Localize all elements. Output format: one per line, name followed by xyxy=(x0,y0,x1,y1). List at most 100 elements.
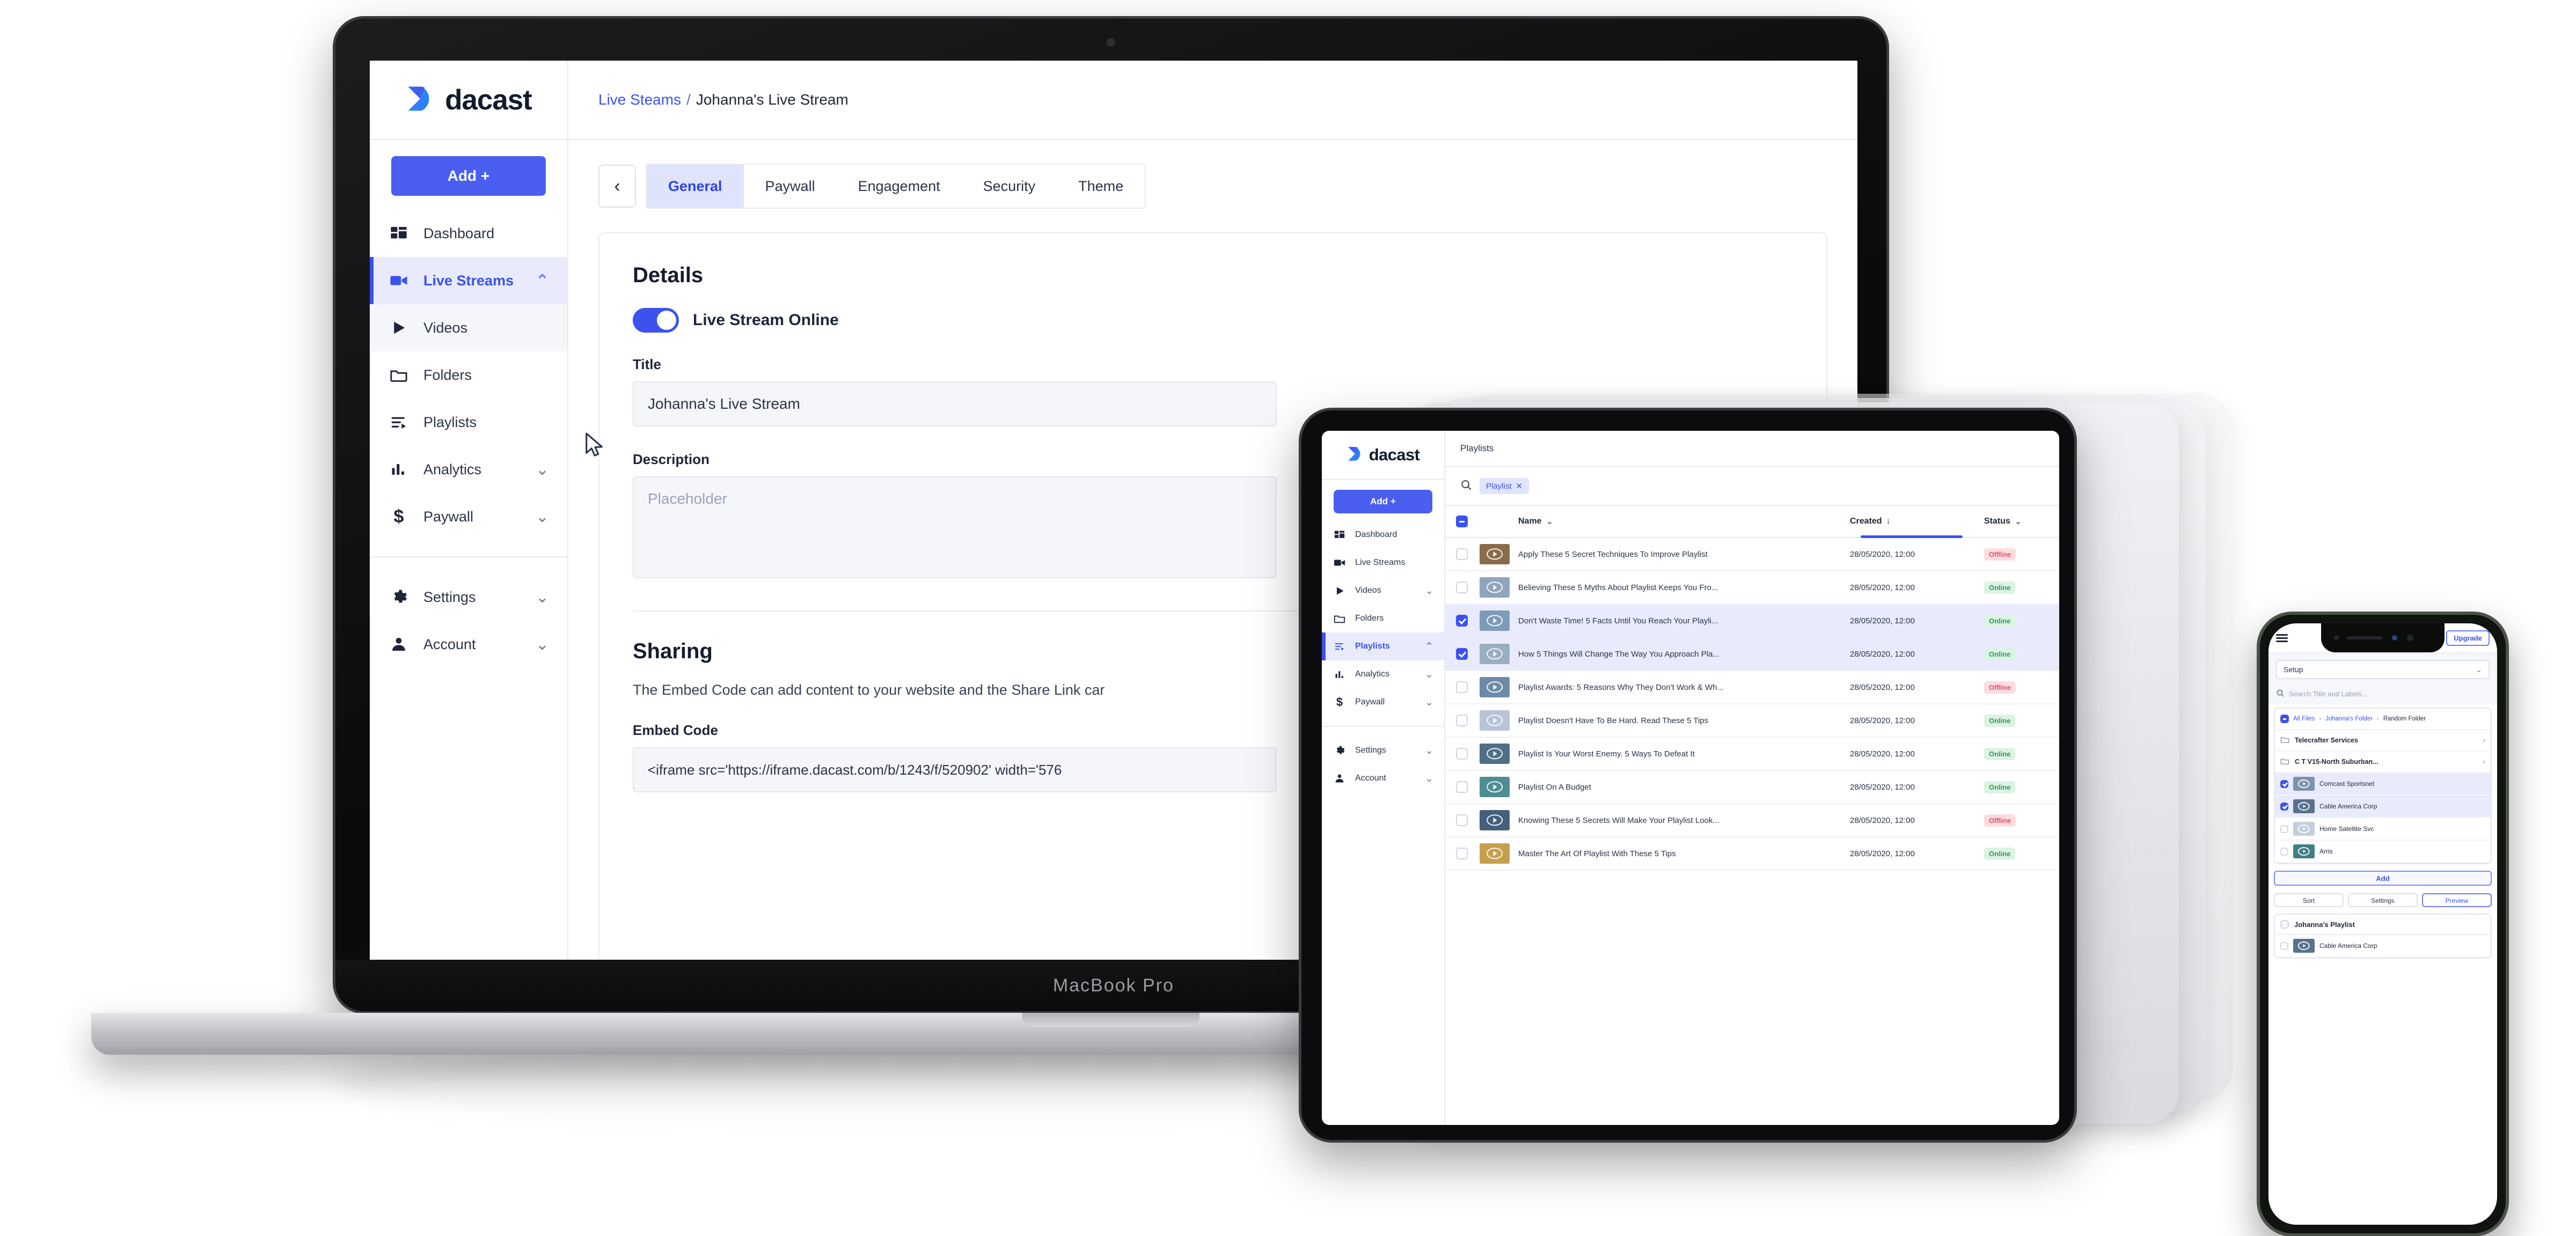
media-list-item[interactable]: Comcast Sportsnet xyxy=(2275,773,2491,796)
media-label: Comcast Sportsnet xyxy=(2319,780,2375,788)
sidebar-item-analytics[interactable]: Analytics ⌄ xyxy=(1322,660,1444,688)
row-checkbox[interactable] xyxy=(1456,615,1468,627)
playlist-group-item[interactable]: Cable America Corp xyxy=(2275,935,2491,958)
row-checkbox[interactable] xyxy=(1456,781,1468,793)
title-input[interactable]: Johanna's Live Stream xyxy=(633,381,1277,426)
back-button[interactable]: ‹ xyxy=(598,165,636,208)
sidebar-item-account[interactable]: Account ⌄ xyxy=(370,621,567,668)
sidebar-item-label: Settings xyxy=(423,588,476,605)
brand-logo[interactable]: dacast xyxy=(1322,431,1444,480)
playlist-group-checkbox[interactable] xyxy=(2280,920,2289,929)
chevron-right-icon[interactable]: › xyxy=(2483,758,2485,766)
embed-code-input[interactable]: <iframe src='https://iframe.dacast.com/b… xyxy=(633,747,1277,792)
sidebar-item-dashboard[interactable]: Dashboard xyxy=(1322,521,1444,549)
breadcrumb-checkbox[interactable] xyxy=(2280,715,2289,723)
live-stream-online-toggle[interactable] xyxy=(633,308,679,333)
table-row[interactable]: Believing These 5 Myths About Playlist K… xyxy=(1445,571,2059,605)
phone-search-row[interactable]: Search Title and Labels... xyxy=(2268,683,2497,704)
title-label: Title xyxy=(633,356,661,372)
column-header-name[interactable]: Name ⌄ xyxy=(1518,516,1850,527)
breadcrumb-parent-link[interactable]: Live Steams xyxy=(598,91,681,108)
tab-general[interactable]: General xyxy=(647,165,744,208)
playlist-group-header[interactable]: Johanna's Playlist xyxy=(2275,915,2491,935)
sidebar-item-dashboard[interactable]: Dashboard xyxy=(370,210,567,257)
person-icon xyxy=(1333,773,1346,784)
chevron-right-icon[interactable]: › xyxy=(2483,737,2485,744)
description-textarea[interactable]: Placeholder xyxy=(633,476,1277,578)
add-button[interactable]: Add xyxy=(2274,871,2492,886)
tab-security[interactable]: Security xyxy=(962,165,1057,208)
table-row[interactable]: Playlist Doesn't Have To Be Hard. Read T… xyxy=(1445,704,2059,738)
item-checkbox[interactable] xyxy=(2280,847,2288,856)
item-checkbox[interactable] xyxy=(2280,802,2288,811)
status-cell: Offline xyxy=(1984,681,2048,694)
folder-list-item[interactable]: Telecrafter Services › xyxy=(2275,730,2491,752)
folder-list-item[interactable]: C T V15-North Suburban... › xyxy=(2275,752,2491,773)
video-thumbnail xyxy=(1480,610,1510,631)
brand-logo[interactable]: dacast xyxy=(370,61,567,140)
sidebar-item-videos[interactable]: Videos ⌄ xyxy=(1322,577,1444,605)
sidebar-item-playlists[interactable]: Playlists xyxy=(370,399,567,446)
sidebar-item-live-streams[interactable]: Live Streams ⌃ xyxy=(370,257,567,304)
table-row[interactable]: Playlist Is Your Worst Enemy. 5 Ways To … xyxy=(1445,738,2059,771)
row-checkbox[interactable] xyxy=(1456,715,1468,726)
close-icon[interactable]: ✕ xyxy=(1516,481,1523,491)
item-checkbox[interactable] xyxy=(2280,779,2288,788)
add-button[interactable]: Add + xyxy=(391,156,546,196)
playlist-created-date: 28/05/2020, 12:00 xyxy=(1850,716,1915,725)
column-header-created[interactable]: Created ↓ xyxy=(1850,517,1984,526)
table-row[interactable]: Playlist On A Budget 28/05/2020, 12:00 Onl… xyxy=(1445,771,2059,804)
sidebar-item-settings[interactable]: Settings ⌄ xyxy=(1322,737,1444,764)
media-list-item[interactable]: Cable America Corp xyxy=(2275,796,2491,818)
hamburger-menu-icon[interactable] xyxy=(2276,634,2288,642)
sort-button[interactable]: Sort xyxy=(2274,893,2344,907)
setup-select[interactable]: Setup ⌄ xyxy=(2276,660,2490,679)
media-list-item[interactable]: Arris xyxy=(2275,841,2491,863)
sidebar-item-folders[interactable]: Folders xyxy=(370,351,567,399)
sidebar-item-settings[interactable]: Settings ⌄ xyxy=(370,573,567,621)
row-checkbox[interactable] xyxy=(1456,582,1468,593)
sidebar-item-live-streams[interactable]: Live Streams xyxy=(1322,549,1444,577)
row-checkbox[interactable] xyxy=(1456,748,1468,760)
sidebar-item-playlists[interactable]: Playlists ⌃ xyxy=(1322,632,1444,660)
column-header-status[interactable]: Status ⌄ xyxy=(1984,516,2048,527)
sidebar-item-label: Dashboard xyxy=(423,225,495,241)
sidebar-item-analytics[interactable]: Analytics ⌄ xyxy=(370,446,567,493)
row-checkbox[interactable] xyxy=(1456,548,1468,560)
tab-theme[interactable]: Theme xyxy=(1057,165,1145,208)
row-checkbox[interactable] xyxy=(1456,648,1468,660)
breadcrumb-part-all-files[interactable]: All Files xyxy=(2293,716,2315,722)
sidebar-item-folders[interactable]: Folders xyxy=(1322,605,1444,632)
item-checkbox[interactable] xyxy=(2280,825,2288,833)
sidebar-item-account[interactable]: Account ⌄ xyxy=(1322,764,1444,792)
settings-button[interactable]: Settings xyxy=(2348,893,2418,907)
upgrade-button[interactable]: Upgrade xyxy=(2446,630,2490,646)
item-checkbox[interactable] xyxy=(2280,941,2288,950)
search-icon[interactable] xyxy=(1460,479,1472,494)
row-checkbox[interactable] xyxy=(1456,848,1468,859)
sidebar-item-videos[interactable]: Videos xyxy=(370,304,567,351)
search-input[interactable]: Search Title and Labels... xyxy=(2289,690,2368,698)
row-checkbox[interactable] xyxy=(1456,814,1468,826)
tab-engagement[interactable]: Engagement xyxy=(837,165,962,208)
breadcrumb-part-johannas-folder[interactable]: Johanna's Folder xyxy=(2325,716,2373,722)
sidebar-item-paywall[interactable]: $ Paywall ⌄ xyxy=(1322,688,1444,716)
table-row[interactable]: Knowing These 5 Secrets Will Make Your P… xyxy=(1445,804,2059,837)
preview-button[interactable]: Preview xyxy=(2422,893,2492,907)
sidebar-item-paywall[interactable]: $ Paywall ⌄ xyxy=(370,493,567,540)
sidebar-item-label: Analytics xyxy=(1355,670,1390,679)
table-row[interactable]: Apply These 5 Secret Techniques To Impro… xyxy=(1445,538,2059,571)
table-row[interactable]: Don't Waste Time! 5 Facts Until You Reac… xyxy=(1445,605,2059,638)
table-row[interactable]: Master The Art Of Playlist With These 5 … xyxy=(1445,837,2059,871)
media-list-item[interactable]: Home Satellite Svc xyxy=(2275,818,2491,841)
add-button[interactable]: Add + xyxy=(1334,490,1432,513)
filter-chip-playlist[interactable]: Playlist ✕ xyxy=(1480,478,1529,494)
dollar-icon: $ xyxy=(1336,695,1343,709)
tab-paywall[interactable]: Paywall xyxy=(744,165,837,208)
tablet-sidebar: dacast Add + Dashboard Live Streams Vide… xyxy=(1322,431,1445,1125)
row-checkbox[interactable] xyxy=(1456,681,1468,693)
table-row[interactable]: Playlist Awards: 5 Reasons Why They Don'… xyxy=(1445,671,2059,704)
select-all-checkbox[interactable] xyxy=(1456,516,1468,527)
live-stream-online-row[interactable]: Live Stream Online xyxy=(633,308,1793,333)
table-row[interactable]: How 5 Things Will Change The Way You App… xyxy=(1445,638,2059,671)
